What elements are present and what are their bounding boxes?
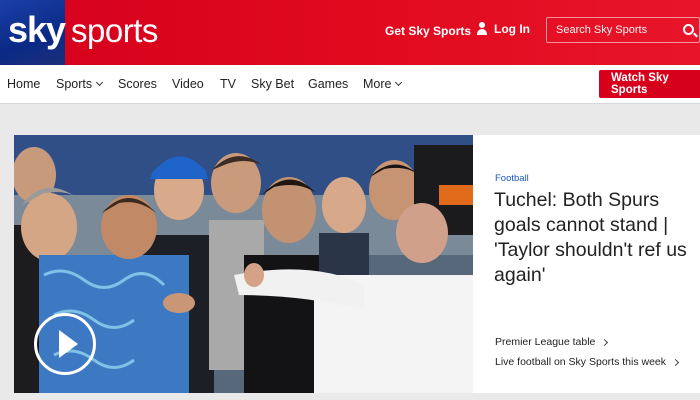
nav-item-games[interactable]: Games: [308, 77, 348, 91]
get-sky-sports-link[interactable]: Get Sky Sports: [385, 24, 471, 38]
logo-sky-text: sky: [8, 9, 66, 50]
hero-story: Football Tuchel: Both Spurs goals cannot…: [14, 135, 700, 393]
nav-item-sports[interactable]: Sports: [56, 77, 104, 91]
user-icon: [476, 22, 488, 36]
logo-sports-text[interactable]: sports: [71, 12, 158, 50]
related-link-premier-league-table[interactable]: Premier League table: [495, 336, 609, 348]
login-label: Log In: [494, 22, 530, 36]
search-box[interactable]: [546, 17, 700, 43]
nav-item-tv[interactable]: TV: [220, 77, 236, 91]
nav-label: Games: [308, 77, 349, 91]
nav-item-more[interactable]: More: [363, 77, 403, 91]
nav-label: Sports: [56, 77, 93, 91]
watch-sky-sports-button[interactable]: Watch Sky Sports: [599, 70, 700, 98]
related-link-label: Live football on Sky Sports this week: [495, 356, 667, 368]
login-link[interactable]: Log In: [476, 22, 530, 36]
chevron-down-icon: [395, 78, 403, 87]
search-input[interactable]: [556, 24, 676, 36]
search-icon[interactable]: [683, 24, 694, 35]
sky-logo-block[interactable]: sky: [0, 0, 66, 65]
nav-label: Scores: [118, 77, 157, 91]
site-header: sky sports Get Sky Sports Log In: [0, 0, 700, 65]
nav-label: Video: [172, 77, 204, 91]
hero-photo[interactable]: [14, 135, 473, 393]
related-link-label: Premier League table: [495, 336, 596, 348]
story-headline[interactable]: Tuchel: Both Spurs goals cannot stand | …: [494, 188, 694, 288]
nav-label: Home: [7, 77, 41, 91]
nav-item-scores[interactable]: Scores: [118, 77, 157, 91]
nav-item-video[interactable]: Video: [172, 77, 204, 91]
nav-label: Sky Bet: [251, 77, 295, 91]
main-nav: Home Sports Scores Video TV Sky Bet Game…: [0, 65, 700, 104]
chevron-down-icon: [96, 78, 104, 87]
nav-item-sky-bet[interactable]: Sky Bet: [251, 77, 294, 91]
nav-item-home[interactable]: Home: [7, 77, 40, 91]
related-link-live-football[interactable]: Live football on Sky Sports this week: [495, 356, 680, 368]
story-category[interactable]: Football: [495, 173, 529, 184]
chevron-right-icon: [601, 338, 609, 346]
nav-label: More: [363, 77, 392, 91]
play-icon[interactable]: [34, 313, 96, 375]
nav-label: TV: [220, 77, 236, 91]
chevron-right-icon: [671, 358, 680, 366]
